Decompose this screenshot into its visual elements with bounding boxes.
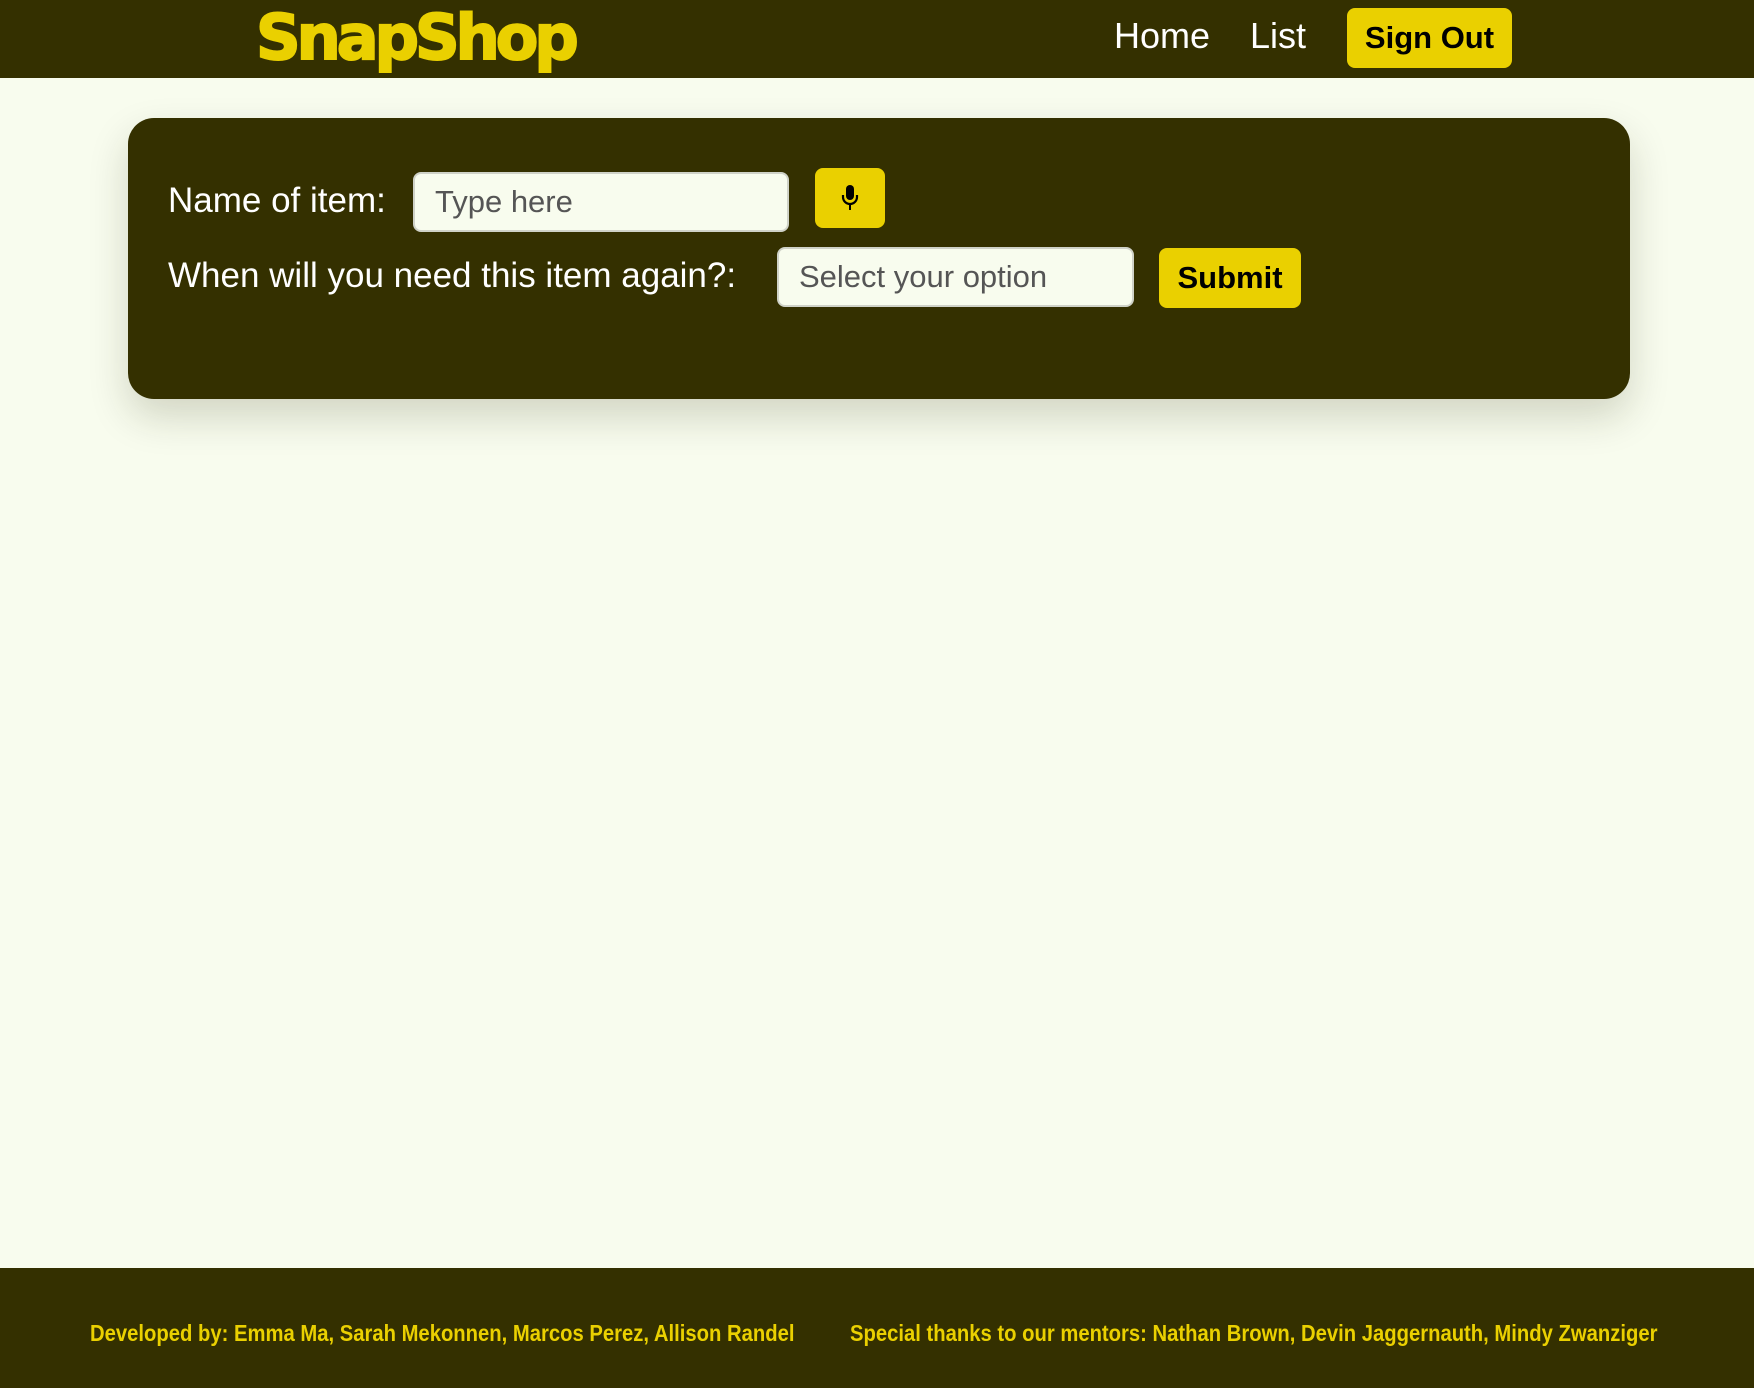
voice-input-button[interactable] (815, 168, 885, 228)
when-needed-label: When will you need this item again?: (168, 256, 737, 295)
when-needed-select[interactable]: Select your option (777, 247, 1134, 307)
submit-button[interactable]: Submit (1159, 248, 1301, 308)
item-name-input[interactable] (413, 172, 789, 232)
add-item-form-card: Name of item: When will you need this it… (128, 118, 1630, 399)
nav-link-home[interactable]: Home (1114, 14, 1210, 58)
sign-out-button[interactable]: Sign Out (1347, 8, 1512, 68)
top-navbar: SnapShop Home List Sign Out (0, 0, 1754, 78)
footer: Developed by: Emma Ma, Sarah Mekonnen, M… (0, 1268, 1754, 1388)
footer-mentors-credit: Special thanks to our mentors: Nathan Br… (850, 1320, 1658, 1346)
logo[interactable]: SnapShop (255, 1, 580, 75)
footer-developers-credit: Developed by: Emma Ma, Sarah Mekonnen, M… (90, 1320, 795, 1346)
nav-link-list[interactable]: List (1250, 14, 1306, 58)
item-name-label: Name of item: (168, 181, 386, 220)
microphone-icon (841, 185, 859, 210)
